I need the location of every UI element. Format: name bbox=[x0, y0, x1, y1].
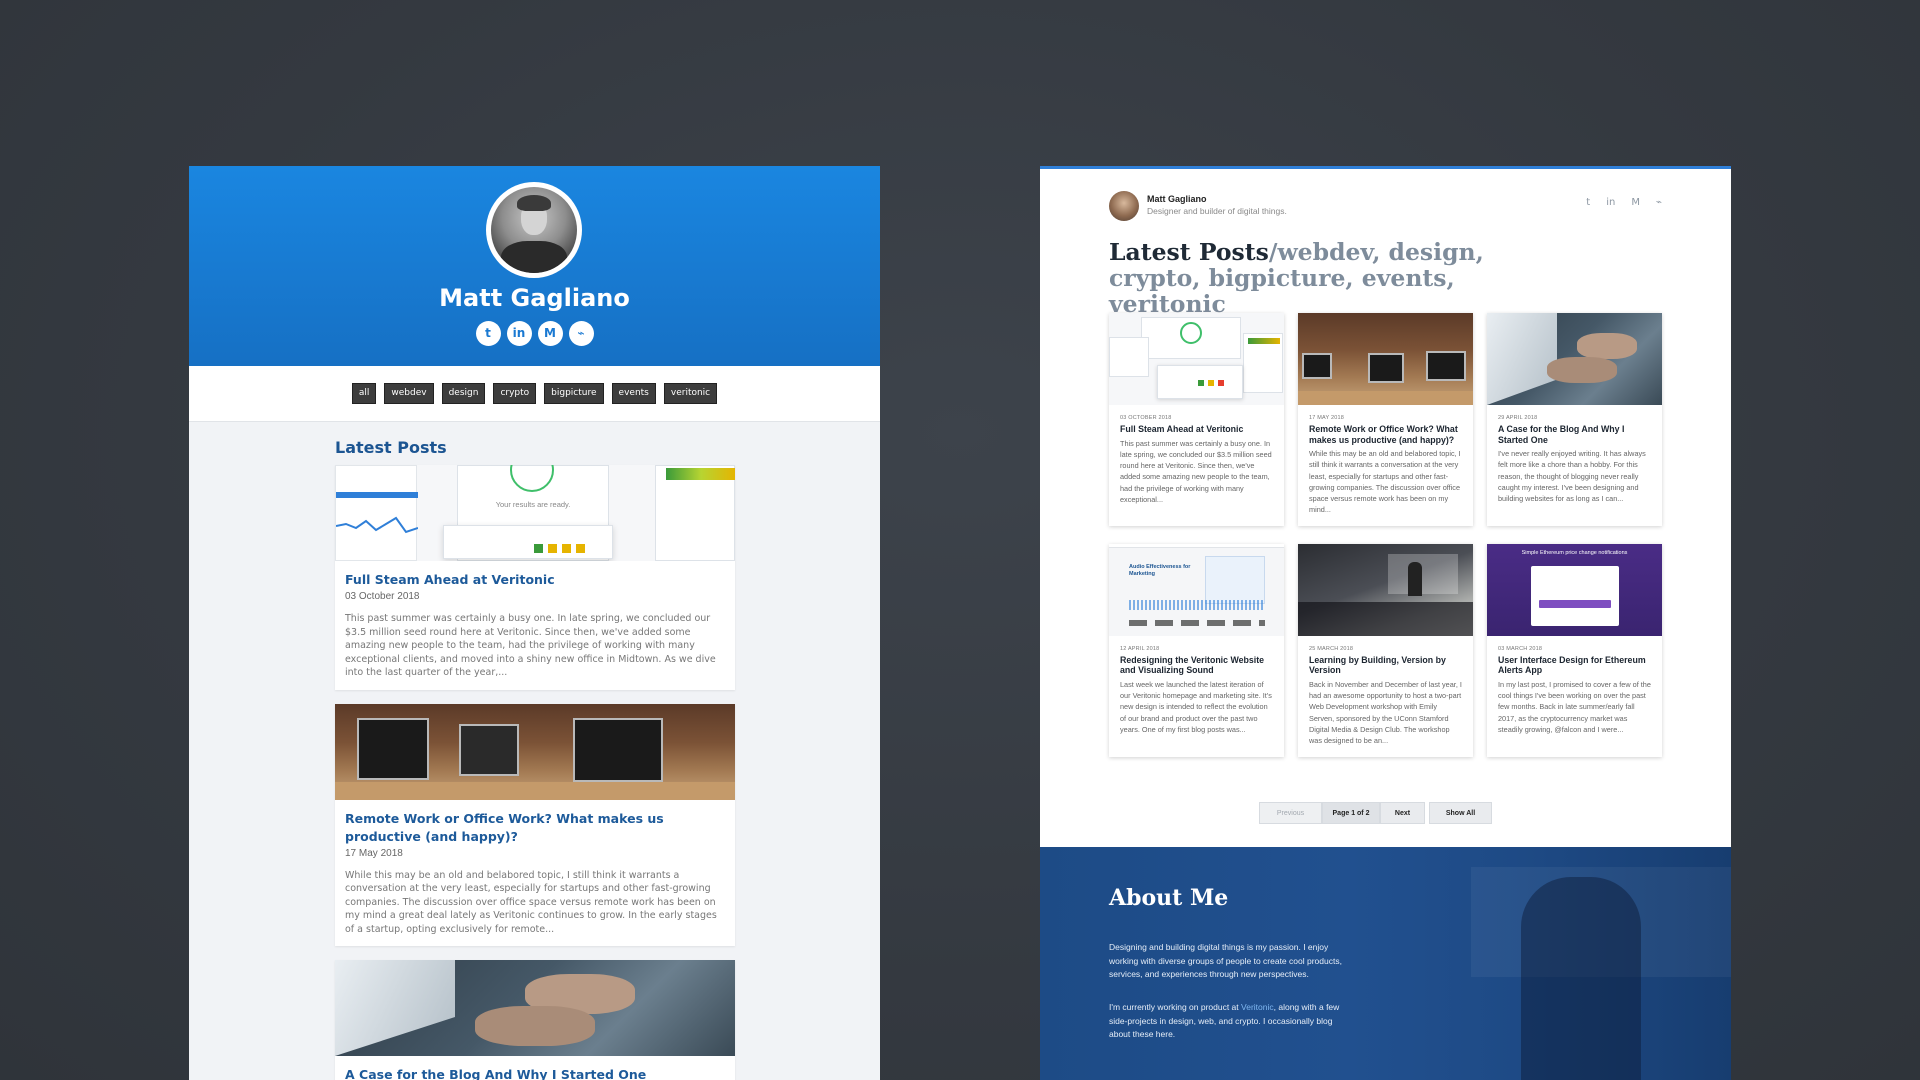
about-title: About Me bbox=[1109, 885, 1229, 911]
tag-bigpicture[interactable]: bigpicture bbox=[544, 383, 604, 404]
page-title-main: Latest Posts bbox=[1109, 238, 1269, 266]
tag-crypto[interactable]: crypto bbox=[493, 383, 537, 404]
post-date: 17 May 2018 bbox=[1309, 415, 1345, 421]
profile-name: Matt Gagliano bbox=[439, 284, 630, 312]
post-card[interactable]: Your results are ready. Full Steam Ahead… bbox=[335, 465, 735, 690]
post-card[interactable]: 17 May 2018 Remote Work or Office Work? … bbox=[1298, 313, 1473, 526]
about-paragraph-2: I'm currently working on product at Veri… bbox=[1109, 1002, 1340, 1039]
post-image: Simple Ethereum price change notificatio… bbox=[1487, 543, 1662, 636]
tag-design[interactable]: design bbox=[441, 383, 486, 404]
post-date: 25 March 2018 bbox=[1309, 645, 1354, 652]
github-icon[interactable]: ⌁ bbox=[568, 321, 594, 346]
post-card[interactable]: Remote Work or Office Work? What makes u… bbox=[335, 703, 735, 946]
section-heading: Latest Posts bbox=[335, 438, 447, 457]
post-image: Your results are ready. bbox=[335, 465, 735, 561]
post-title[interactable]: A Case for the Blog And Why I Started On… bbox=[1498, 424, 1651, 445]
github-icon[interactable]: ⌁ bbox=[1656, 197, 1662, 208]
twitter-icon[interactable]: t bbox=[475, 321, 501, 346]
tag-veritonic[interactable]: veritonic bbox=[663, 383, 718, 404]
post-date: 03 October 2018 bbox=[1120, 415, 1172, 421]
post-card[interactable]: 03 October 2018 Full Steam Ahead at Veri… bbox=[1109, 313, 1284, 526]
post-title[interactable]: Full Steam Ahead at Veritonic bbox=[345, 571, 725, 589]
tag-all[interactable]: all bbox=[351, 383, 377, 404]
page-title: Latest Posts/webdev, design, crypto, big… bbox=[1109, 239, 1579, 317]
post-title[interactable]: User Interface Design for Ethereum Alert… bbox=[1498, 655, 1651, 676]
post-excerpt: While this may be an old and belabored t… bbox=[345, 869, 717, 935]
post-title[interactable]: Full Steam Ahead at Veritonic bbox=[1120, 424, 1273, 435]
tag-webdev[interactable]: webdev bbox=[384, 383, 434, 404]
post-title[interactable]: A Case for the Blog And Why I Started On… bbox=[345, 1066, 725, 1080]
post-title[interactable]: Redesigning the Veritonic Website and Vi… bbox=[1120, 655, 1273, 676]
post-excerpt: Back in November and December of last ye… bbox=[1309, 679, 1462, 746]
avatar[interactable] bbox=[486, 182, 582, 278]
post-card[interactable]: 25 March 2018 Learning by Building, Vers… bbox=[1298, 543, 1473, 757]
veritonic-link[interactable]: Veritonic bbox=[1241, 1002, 1274, 1012]
about-section: About Me Designing and building digital … bbox=[1040, 847, 1731, 1080]
post-image bbox=[1109, 313, 1284, 405]
post-card[interactable]: Audio Effectiveness for Marketing 12 Apr… bbox=[1109, 543, 1284, 757]
linkedin-icon[interactable]: in bbox=[506, 321, 532, 346]
medium-icon[interactable]: M bbox=[1631, 197, 1640, 208]
linkedin-icon[interactable]: in bbox=[1606, 197, 1615, 208]
post-excerpt: This past summer was certainly a busy on… bbox=[345, 613, 716, 678]
post-date: 03 October 2018 bbox=[345, 591, 420, 602]
social-links: t in M ⌁ bbox=[1586, 197, 1662, 208]
post-title[interactable]: Learning by Building, Version by Version bbox=[1309, 655, 1462, 676]
post-date: 17 May 2018 bbox=[345, 847, 403, 859]
site-name[interactable]: Matt Gagliano bbox=[1147, 194, 1207, 204]
post-image: Audio Effectiveness for Marketing bbox=[1109, 543, 1284, 636]
post-image bbox=[335, 960, 735, 1056]
post-excerpt: While this may be an old and belabored t… bbox=[1309, 449, 1461, 515]
pagination: Previous Page 1 of 2 Next Show All bbox=[1259, 802, 1492, 824]
post-image bbox=[1298, 313, 1473, 405]
results-text: Your results are ready. bbox=[495, 500, 571, 509]
right-mockup: Matt Gagliano Designer and builder of di… bbox=[1040, 166, 1731, 1080]
page-indicator: Page 1 of 2 bbox=[1322, 802, 1380, 824]
site-header: Matt Gagliano Designer and builder of di… bbox=[1109, 191, 1662, 223]
tag-filter-bar: all webdev design crypto bigpicture even… bbox=[189, 366, 880, 422]
post-date: 03 March 2018 bbox=[1498, 645, 1543, 652]
site-tagline: Designer and builder of digital things. bbox=[1147, 206, 1287, 216]
post-card[interactable]: A Case for the Blog And Why I Started On… bbox=[335, 960, 735, 1080]
previous-button[interactable]: Previous bbox=[1259, 802, 1322, 824]
post-date: 29 April 2018 bbox=[1498, 415, 1538, 421]
show-all-button[interactable]: Show All bbox=[1429, 802, 1492, 824]
avatar[interactable] bbox=[1109, 191, 1139, 221]
left-mockup: Matt Gagliano t in M ⌁ all webdev design… bbox=[189, 166, 880, 1080]
post-date: 12 April 2018 bbox=[1120, 645, 1160, 652]
social-links: t in M ⌁ bbox=[189, 321, 880, 346]
post-card[interactable]: 29 April 2018 A Case for the Blog And Wh… bbox=[1487, 313, 1662, 526]
about-paragraph-1: Designing and building digital things is… bbox=[1109, 942, 1342, 979]
post-excerpt: Last week we launched the latest iterati… bbox=[1120, 679, 1272, 734]
tag-events[interactable]: events bbox=[611, 383, 656, 404]
post-image bbox=[335, 703, 735, 800]
next-button[interactable]: Next bbox=[1380, 802, 1425, 824]
redesign-headline: Audio Effectiveness for Marketing bbox=[1129, 563, 1191, 577]
post-title[interactable]: Remote Work or Office Work? What makes u… bbox=[345, 810, 725, 846]
post-list: Latest Posts Your results are ready. Ful… bbox=[335, 438, 735, 1080]
post-card[interactable]: Simple Ethereum price change notificatio… bbox=[1487, 543, 1662, 757]
post-excerpt: I've never really enjoyed writing. It ha… bbox=[1498, 449, 1646, 504]
ethereum-headline: Simple Ethereum price change notificatio… bbox=[1521, 549, 1628, 556]
post-excerpt: This past summer was certainly a busy on… bbox=[1120, 438, 1272, 504]
medium-icon[interactable]: M bbox=[537, 321, 563, 346]
post-image bbox=[1487, 313, 1662, 405]
post-title[interactable]: Remote Work or Office Work? What makes u… bbox=[1309, 424, 1462, 445]
twitter-icon[interactable]: t bbox=[1586, 197, 1590, 208]
post-grid: 03 October 2018 Full Steam Ahead at Veri… bbox=[1109, 313, 1662, 757]
profile-header: Matt Gagliano t in M ⌁ bbox=[189, 166, 880, 366]
post-image bbox=[1298, 543, 1473, 636]
post-excerpt: In my last post, I promised to cover a f… bbox=[1498, 679, 1651, 734]
